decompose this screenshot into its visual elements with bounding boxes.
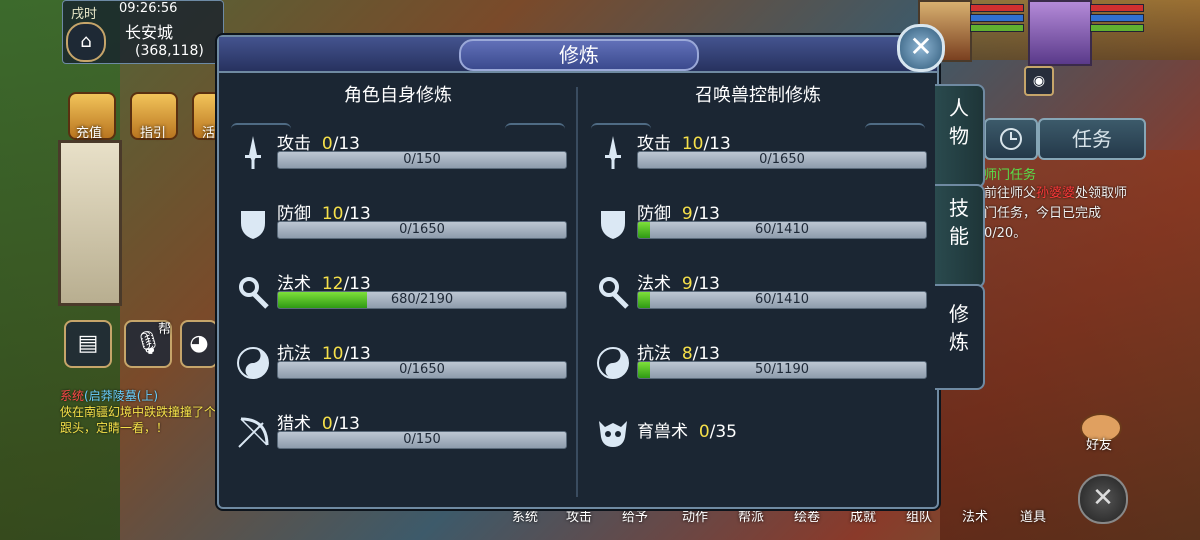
close-icon[interactable]: ✕: [897, 24, 945, 72]
time-period-label: 戌时: [71, 7, 98, 22]
summon-row-defense[interactable]: 防御 9/13 60/1410: [593, 195, 927, 251]
task-text-pre: 前往师父: [984, 186, 1037, 201]
progress-text: 50/1190: [754, 362, 809, 377]
tasks-button[interactable]: 任务: [1038, 118, 1146, 160]
guild-voice-label: 帮: [158, 322, 172, 337]
menu-spell[interactable]: 法术: [962, 506, 988, 525]
magic-staff-icon: [593, 273, 633, 313]
yin-yang-icon: [233, 343, 273, 383]
magic-staff-icon: [233, 273, 273, 313]
sword-icon: [233, 133, 273, 173]
summon-cultivation-title: 召唤兽控制修炼: [695, 85, 821, 106]
skill-row-attack[interactable]: 攻击 0/13 0/150: [233, 125, 567, 181]
summon-row-magic[interactable]: 法术 9/13 60/1410: [593, 265, 927, 321]
tab-character[interactable]: 人 物: [935, 84, 985, 188]
progress-bar: 0/1650: [277, 361, 567, 379]
bow-icon: [233, 413, 273, 453]
progress-text: 0/1650: [399, 222, 445, 237]
skill-max: /35: [709, 422, 737, 442]
skill-level: 0: [698, 422, 710, 442]
summon-row-magic-resist[interactable]: 抗法 8/13 50/1190: [593, 335, 927, 391]
self-cultivation-title: 角色自身修炼: [344, 85, 452, 106]
chat-quest: (启莽陵墓(上): [84, 389, 159, 403]
cultivation-panel: 修炼 角色自身修炼 攻击 0/13 0/150 防御 10/13 0/1650: [217, 35, 939, 509]
coordinates: (368,118): [135, 43, 204, 59]
shield-icon: [233, 203, 273, 243]
progress-text: 0/1650: [759, 152, 805, 167]
sword-icon: [593, 133, 633, 173]
skill-row-defense[interactable]: 防御 10/13 0/1650: [233, 195, 567, 251]
progress-text: 0/150: [403, 432, 441, 447]
panel-header: 修炼: [219, 37, 937, 73]
tab-label: 修 炼: [949, 302, 969, 354]
skill-name: 育兽术: [637, 422, 688, 442]
task-title[interactable]: 师门任务: [984, 164, 1036, 183]
self-cultivation-column: 角色自身修炼 攻击 0/13 0/150 防御 10/13 0/1650 法术 …: [219, 73, 577, 503]
progress-bar: 60/1410: [637, 291, 927, 309]
tab-skills[interactable]: 技 能: [935, 184, 985, 288]
guide-label: 指引: [140, 126, 167, 141]
skill-label: 育兽术 0/35: [637, 417, 737, 442]
summon-row-attack[interactable]: 攻击 10/13 0/1650: [593, 125, 927, 181]
tab-label: 人 物: [949, 96, 969, 148]
pet-status-bars: [970, 2, 1024, 36]
panel-title: 修炼: [559, 43, 599, 67]
progress-bar: 0/1650: [277, 221, 567, 239]
menu-close-icon[interactable]: ✕: [1078, 474, 1128, 524]
chat-tag: 系统: [60, 389, 85, 403]
beast-skull-icon: [593, 413, 633, 453]
player-avatar[interactable]: [1028, 0, 1092, 66]
title-plate: 修炼: [459, 39, 699, 71]
skill-row-magic-resist[interactable]: 抗法 10/13 0/1650: [233, 335, 567, 391]
city-name: 长安城: [125, 23, 174, 42]
yin-yang-icon: [593, 343, 633, 383]
skill-row-hunting[interactable]: 猎术 0/13 0/150: [233, 405, 567, 461]
progress-text: 680/2190: [390, 292, 454, 307]
skill-row-magic[interactable]: 法术 12/13 680/2190: [233, 265, 567, 321]
summon-cultivation-column: 召唤兽控制修炼 攻击 10/13 0/1650 防御 9/13 60/1410 …: [579, 73, 937, 503]
activity-label: 活: [202, 126, 216, 141]
chat-log[interactable]: 系统(启莽陵墓(上) 俠在南疆幻境中跌跌撞撞了个跟头，定睛一看，！: [60, 388, 220, 436]
team-icon[interactable]: ◉: [1024, 66, 1054, 96]
chat-text: 俠在南疆幻境中跌跌撞撞了个跟头，定睛一看，！: [60, 405, 217, 435]
progress-bar: 0/1650: [637, 151, 927, 169]
clock-icon[interactable]: [984, 118, 1038, 160]
summon-row-breeding[interactable]: 育兽术 0/35: [593, 405, 927, 461]
recharge-label: 充值: [76, 126, 103, 141]
pet-chat-icon[interactable]: ◕: [180, 320, 218, 368]
progress-bar: 0/150: [277, 431, 567, 449]
chat-bubble-icon[interactable]: ▤: [64, 320, 112, 368]
progress-bar: 0/150: [277, 151, 567, 169]
minimap-icon[interactable]: ⌂: [66, 22, 106, 62]
scene-banner: [58, 140, 122, 306]
player-status-bars: [1090, 2, 1144, 36]
task-text-npc: 孙婆婆: [1036, 186, 1076, 201]
progress-bar: 60/1410: [637, 221, 927, 239]
friend-label: 好友: [1086, 438, 1113, 453]
task-description[interactable]: 前往师父孙婆婆处领取师门任务，今日已完成0/20。: [984, 184, 1134, 244]
menu-items[interactable]: 道具: [1020, 506, 1046, 525]
tab-label: 技 能: [949, 196, 969, 248]
progress-bar: 680/2190: [277, 291, 567, 309]
progress-text: 0/1650: [399, 362, 445, 377]
shield-icon: [593, 203, 633, 243]
progress-bar: 50/1190: [637, 361, 927, 379]
clock: 09:26:56: [119, 1, 178, 16]
progress-text: 60/1410: [754, 292, 809, 307]
progress-text: 60/1410: [754, 222, 809, 237]
progress-text: 0/150: [403, 152, 441, 167]
tab-cultivation[interactable]: 修 炼: [935, 284, 985, 390]
